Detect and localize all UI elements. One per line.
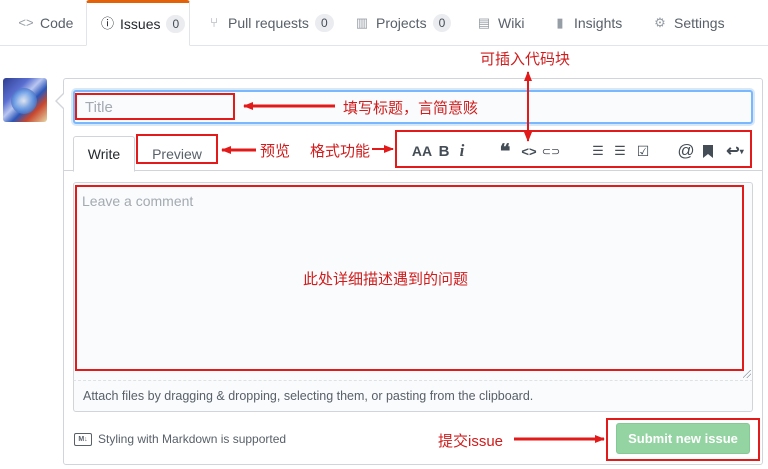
avatar[interactable] [3,78,47,122]
tab-write[interactable]: Write [73,136,135,172]
file-attachment-bar[interactable]: Attach files by dragging & dropping, sel… [73,380,753,412]
preview-annotation: 预览 [260,143,291,160]
tab-issues-label: Issues [120,16,161,32]
submit-annotation: 提交issue [438,433,504,450]
markdown-icon: M↓ [74,432,92,446]
book-icon: ▤ [477,14,491,30]
tab-wiki[interactable]: ▤ Wiki [472,0,528,45]
tab-projects[interactable]: ▥ Projects 0 [350,0,455,45]
project-icon: ▥ [355,14,369,30]
markdown-hint-text: Styling with Markdown is supported [98,432,287,446]
tab-issues[interactable]: ⓘ Issues 0 [86,0,190,46]
tab-code[interactable]: <> Code [14,0,77,45]
tab-settings-label: Settings [674,14,725,31]
tab-code-label: Code [40,14,74,31]
tab-wiki-label: Wiki [498,14,525,31]
title-annotation: 填写标题，言简意赅 [343,100,479,117]
tab-settings[interactable]: ⚙ Settings [648,0,729,45]
projects-counter: 0 [432,13,452,32]
pull-requests-counter: 0 [314,13,334,32]
repo-tab-nav: <> Code ⓘ Issues 0 ⑂ Pull requests 0 ▥ P… [0,0,768,46]
resize-handle[interactable] [743,370,751,378]
code-icon: <> [18,14,34,30]
issue-opened-icon: ⓘ [101,16,115,31]
tab-pull-requests-label: Pull requests [228,14,309,31]
graph-icon: ▮ [556,14,564,30]
code-annotation: 可插入代码块 [480,51,571,68]
toolbar-highlight-box [395,130,752,168]
title-highlight-box [75,93,235,120]
preview-highlight-box [136,134,218,164]
issues-counter: 0 [166,15,186,33]
tab-projects-label: Projects [376,14,427,31]
format-annotation: 格式功能 [310,143,371,160]
tab-insights-label: Insights [574,14,623,31]
submit-highlight-box [606,418,760,461]
body-annotation: 此处详细描述遇到的问题 [303,271,469,288]
tab-write-label: Write [87,146,121,162]
markdown-hint[interactable]: M↓ Styling with Markdown is supported [74,432,286,446]
tab-pull-requests[interactable]: ⑂ Pull requests 0 [202,0,338,45]
attach-files-text: Attach files by dragging & dropping, sel… [83,389,534,403]
gear-icon: ⚙ [654,14,666,30]
tab-insights[interactable]: ▮ Insights [548,0,626,45]
form-pointer-inner [57,94,64,108]
git-pull-request-icon: ⑂ [210,14,218,30]
